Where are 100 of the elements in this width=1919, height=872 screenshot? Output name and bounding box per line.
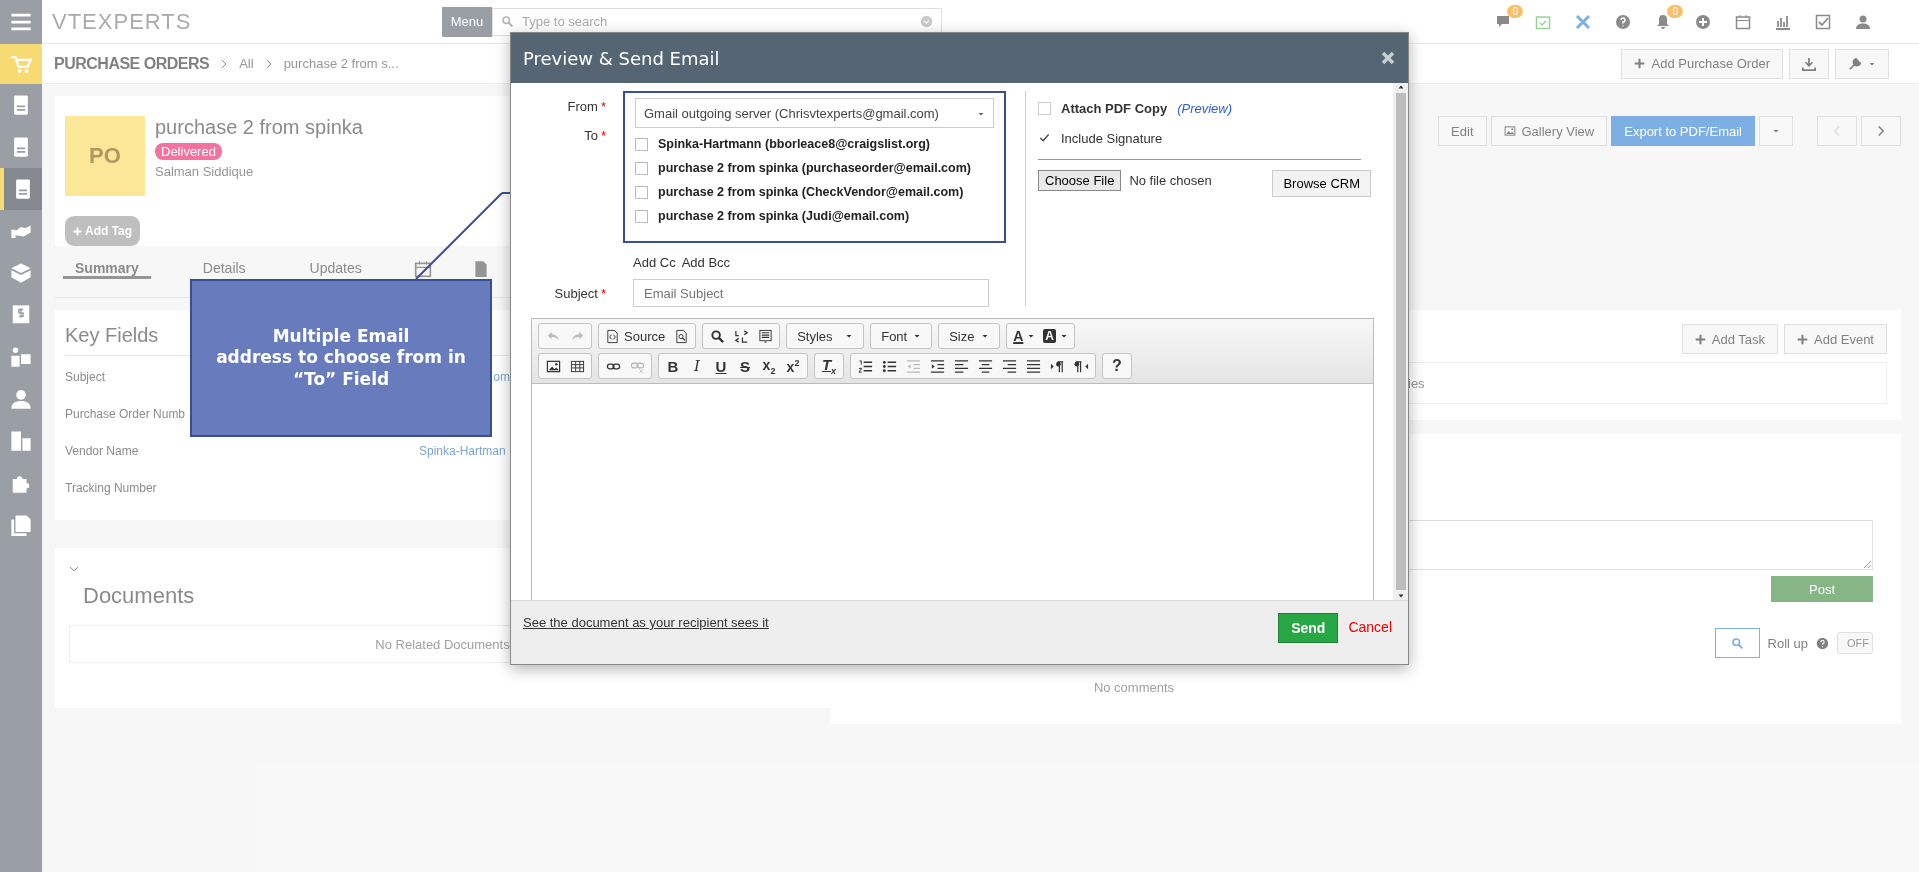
plus-icon (1797, 333, 1808, 345)
empty-message: No comments (1093, 680, 1175, 695)
menu-icon[interactable] (0, 0, 42, 44)
chat-icon[interactable] (1495, 13, 1511, 30)
count-badge: 0 (1667, 4, 1683, 18)
format-button[interactable]: U (709, 355, 733, 377)
preview-link[interactable]: (Preview) (1177, 100, 1233, 116)
outdent-icon (905, 358, 921, 374)
bar-chart-icon[interactable] (1775, 13, 1791, 30)
roll-up-label: Roll up (1767, 635, 1808, 651)
search-icon (1730, 636, 1744, 650)
choose-file-button[interactable]: Choose File (1038, 170, 1122, 191)
menu-icon[interactable] (10, 11, 32, 33)
close-button[interactable] (1380, 50, 1396, 66)
section-title: Documents (83, 583, 196, 609)
calendar-check-icon[interactable] (1535, 13, 1551, 30)
status-badge: Delivered (155, 143, 222, 160)
help-icon[interactable] (1615, 13, 1631, 30)
caret-icon (913, 332, 922, 340)
presenter-icon (10, 346, 32, 368)
action-button[interactable]: Edit (1438, 116, 1487, 146)
recipient-view-link[interactable]: See the document as your recipient sees it (523, 615, 769, 630)
format-button[interactable]: T$_{x}$ (817, 355, 841, 377)
checkbox-icon[interactable] (1815, 13, 1831, 30)
cancel-button[interactable]: Cancel (1338, 613, 1392, 635)
document-search-icon (673, 328, 689, 344)
scrollbar[interactable] (1393, 83, 1408, 600)
checkbox[interactable] (635, 137, 648, 151)
field-label: Subject (65, 370, 106, 384)
checkbox[interactable] (635, 185, 648, 199)
action-button[interactable]: Gallery View (1490, 116, 1608, 146)
recipient-label: purchase 2 from spinka (CheckVendor@email.com) (658, 185, 964, 199)
recipient-label: Spinka-Hartmann (bborleace8@craigslist.org) (658, 137, 930, 151)
checkbox[interactable] (635, 161, 648, 175)
caret-icon (1027, 332, 1036, 340)
calendar-icon[interactable] (1735, 13, 1751, 30)
settings-button[interactable] (1835, 48, 1889, 79)
field-value: Spinka-Hartman (419, 444, 507, 458)
browse-crm-button[interactable]: Browse CRM (1272, 170, 1371, 197)
format-button[interactable]: x$_{2}$ (757, 355, 781, 377)
calendar-icon[interactable] (413, 260, 432, 278)
format-button[interactable]: B (661, 355, 685, 377)
cc-link[interactable]: Add Bcc (681, 255, 731, 270)
align-center-icon (977, 358, 993, 374)
add-button[interactable]: Add Task (1681, 324, 1778, 354)
justify-icon (1025, 358, 1041, 374)
subject-field[interactable]: Email Subject (633, 279, 989, 307)
person-icon (10, 388, 32, 410)
select-all-icon (757, 328, 773, 344)
bell-icon[interactable] (1655, 13, 1671, 30)
from-dropdown[interactable]: Gmail outgoing server (Chrisvtexperts@gmail.com) (635, 98, 994, 128)
search-input[interactable]: Type to search (520, 13, 914, 30)
check-icon (1039, 132, 1050, 144)
cc-link[interactable]: Add Cc (633, 255, 676, 270)
logo: VTEXPERTS (52, 8, 193, 35)
download-button[interactable] (1789, 48, 1829, 79)
format-dropdown[interactable]: Styles (789, 325, 862, 347)
record-image: PO (65, 116, 145, 196)
dialog-title: Preview & Send Email (523, 47, 720, 69)
owner-name: Salman Siddique (155, 164, 254, 179)
chevron-circle-icon (920, 15, 933, 28)
recipient-label: purchase 2 from spinka (Judi@email.com) (658, 209, 910, 223)
indent-icon (929, 358, 945, 374)
sidebar-item[interactable] (0, 168, 42, 210)
recipient-label: purchase 2 from spinka (purchaseorder@email.com) (658, 161, 971, 175)
from-label: From * (567, 99, 606, 114)
file-status: No file chosen (1129, 173, 1212, 188)
plus-icon (1634, 58, 1646, 69)
checkbox[interactable] (1038, 101, 1051, 115)
format-button[interactable]: S (733, 355, 757, 377)
chevron-down-icon[interactable] (69, 564, 79, 574)
color-button[interactable]: A (1039, 325, 1072, 347)
format-button[interactable]: x$^{2}$ (781, 355, 805, 377)
plus-icon (1694, 333, 1706, 345)
source-button[interactable]: Source (601, 325, 670, 347)
replace-icon (733, 328, 749, 344)
rich-text-editor[interactable]: Source Styles Font Size A A B I U S x$_{2}$ x$^{2}$ T$_{x}$ ? (531, 318, 1374, 600)
format-dropdown[interactable]: Font (873, 325, 930, 347)
wrench-icon (1848, 56, 1862, 71)
user-icon[interactable] (1855, 13, 1871, 30)
caret-icon (1060, 332, 1068, 340)
numbered-list-icon (857, 358, 873, 374)
field-label: Tracking Number (65, 481, 157, 495)
color-button[interactable]: A (1009, 325, 1040, 347)
module-title[interactable]: PURCHASE ORDERS (54, 54, 210, 73)
format-button[interactable]: I (685, 355, 709, 377)
plus-circle-icon[interactable] (1695, 13, 1711, 30)
table-icon (569, 358, 585, 374)
add-button[interactable]: Add Event (1784, 324, 1887, 354)
signature-label: Include Signature (1061, 130, 1163, 146)
checkbox[interactable] (635, 209, 648, 223)
add-purchase-order-button[interactable]: Add Purchase Order (1621, 48, 1783, 79)
attach-pdf-label: Attach PDF Copy (1061, 100, 1168, 116)
box-icon (10, 262, 32, 284)
format-dropdown[interactable]: Size (941, 325, 998, 347)
text-direction-ltr-icon (1049, 358, 1065, 374)
invoice-icon (10, 304, 32, 326)
format-button[interactable]: ? (1105, 355, 1129, 377)
to-label: To * (584, 128, 606, 143)
caret-icon (981, 332, 990, 340)
